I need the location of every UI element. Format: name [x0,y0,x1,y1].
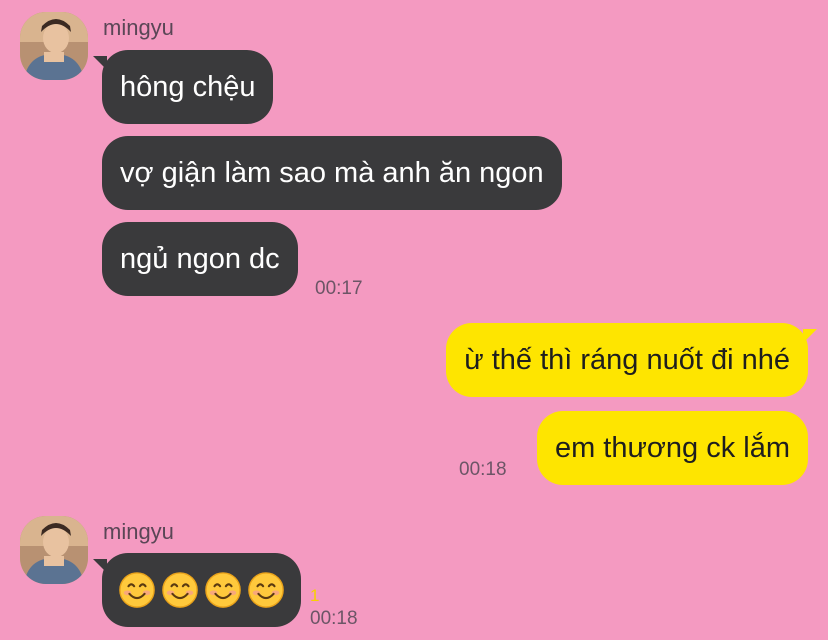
smiling-face-icon [248,572,284,608]
message-bubble[interactable]: vợ giận làm sao mà anh ăn ngon [102,136,562,210]
message-text: ngủ ngon dc [120,242,280,275]
message-timestamp: 00:18 [310,608,358,629]
message-timestamp: 00:17 [315,278,363,299]
smiling-face-icon [205,572,241,608]
message-timestamp: 00:18 [459,459,507,480]
message-bubble[interactable]: ngủ ngon dc [102,222,298,296]
message-bubble-emoji[interactable] [93,553,301,627]
message-bubble[interactable]: hông chệu [92,50,274,124]
message-bubble-outgoing[interactable]: em thương ck lắm [536,411,808,485]
message-text: hông chệu [120,70,256,103]
smiling-face-icon [119,572,155,608]
sender-name: mingyu [103,519,174,544]
unread-count: 1 [310,586,320,605]
avatar-mingyu[interactable] [20,12,88,80]
sender-name: mingyu [103,15,174,40]
smiling-face-icon [162,572,198,608]
avatar-photo [20,12,88,80]
message-text: ừ thế thì ráng nuốt đi nhé [464,343,790,376]
message-text: vợ giận làm sao mà anh ăn ngon [120,156,544,189]
message-bubble-outgoing[interactable]: ừ thế thì ráng nuốt đi nhé [446,323,817,397]
avatar-photo [20,516,88,584]
message-text: em thương ck lắm [554,431,790,464]
avatar-mingyu[interactable] [20,516,88,584]
